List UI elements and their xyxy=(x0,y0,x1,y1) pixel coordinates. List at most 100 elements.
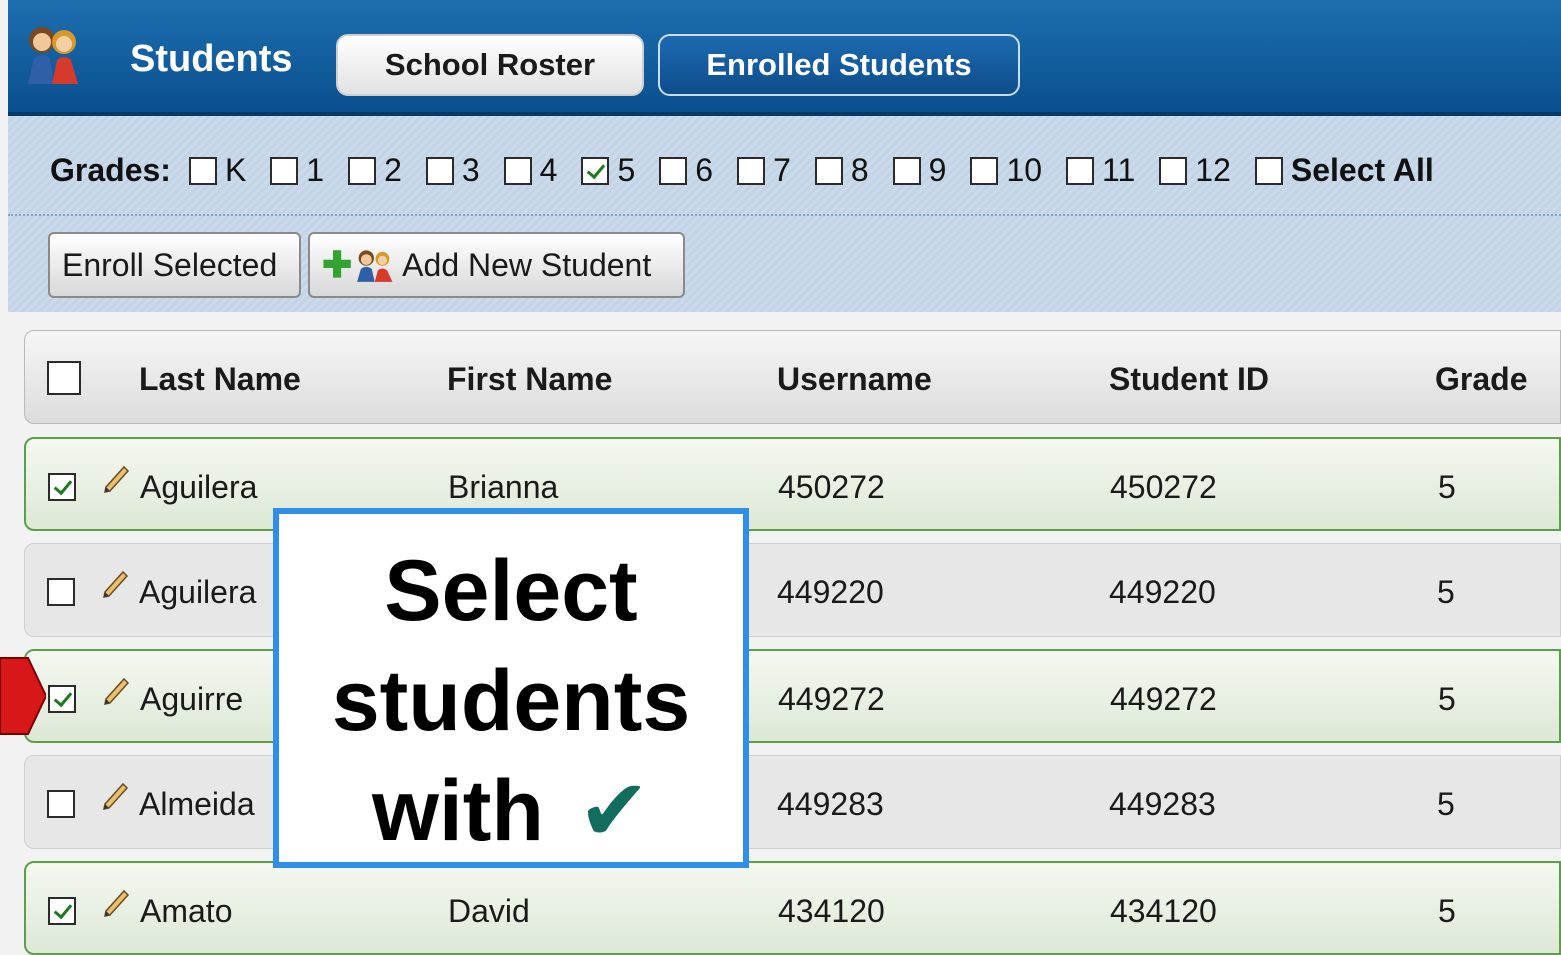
row-checkbox[interactable] xyxy=(47,578,75,606)
grade-cell: 5 xyxy=(1437,786,1455,822)
grade-12-label: 12 xyxy=(1195,152,1231,188)
username-cell: 449283 xyxy=(777,786,884,822)
column-header-last-name[interactable]: Last Name xyxy=(139,361,301,398)
grade-9-checkbox[interactable] xyxy=(892,156,921,185)
student-id-cell: 450272 xyxy=(1110,469,1217,505)
first-name-cell: David xyxy=(448,893,530,929)
column-header-first-name[interactable]: First Name xyxy=(447,361,612,398)
checkmark-icon: ✔ xyxy=(577,761,651,861)
grade-7-checkbox[interactable] xyxy=(737,156,766,185)
last-name-cell: Aguilera xyxy=(140,469,258,505)
callout-line-2: students xyxy=(331,653,691,749)
callout-line-3: with ✔ xyxy=(279,756,743,866)
grade-11-option[interactable]: 11 xyxy=(1066,152,1135,189)
red-pointer-arrow xyxy=(0,657,46,735)
grade-1-checkbox[interactable] xyxy=(270,156,299,185)
grade-7-option[interactable]: 7 xyxy=(737,152,791,189)
last-name-cell: Aguilera xyxy=(139,574,257,610)
username-cell: 434120 xyxy=(778,893,885,929)
grade-8-checkbox[interactable] xyxy=(814,156,843,185)
column-header-student-id[interactable]: Student ID xyxy=(1109,361,1269,398)
students-icon xyxy=(357,250,393,282)
grade-7-label: 7 xyxy=(773,152,791,188)
table-row[interactable]: Amato David 434120 434120 5 xyxy=(24,861,1561,955)
grade-k-checkbox[interactable] xyxy=(188,156,217,185)
grade-6-option[interactable]: 6 xyxy=(659,152,713,189)
last-name-cell: Amato xyxy=(140,893,233,929)
grade-5-option[interactable]: 5 xyxy=(581,152,635,189)
edit-pencil-icon[interactable] xyxy=(99,566,133,600)
select-all-grades-option[interactable]: Select All xyxy=(1254,152,1434,189)
grade-4-checkbox[interactable] xyxy=(503,156,532,185)
table-row[interactable]: Almeida 449283 449283 5 xyxy=(24,755,1561,849)
grade-9-label: 9 xyxy=(928,152,947,188)
grade-4-label: 4 xyxy=(539,152,558,188)
username-cell: 449220 xyxy=(777,574,884,610)
callout-line-3-text: with xyxy=(371,763,544,859)
table-row[interactable]: Aguilera Brianna 450272 450272 5 xyxy=(24,437,1561,531)
grade-2-option[interactable]: 2 xyxy=(348,152,402,189)
edit-pencil-icon[interactable] xyxy=(99,778,133,812)
select-all-grades-checkbox[interactable] xyxy=(1254,156,1283,185)
row-checkbox[interactable] xyxy=(48,473,76,501)
grade-3-option[interactable]: 3 xyxy=(425,152,480,189)
add-new-student-label: Add New Student xyxy=(402,246,652,283)
column-header-grade[interactable]: Grade xyxy=(1435,361,1527,398)
edit-pencil-icon[interactable] xyxy=(100,673,134,707)
last-name-cell: Aguirre xyxy=(140,681,244,717)
grade-8-option[interactable]: 8 xyxy=(814,152,869,189)
grade-5-checkbox[interactable] xyxy=(581,156,610,185)
student-id-cell: 449220 xyxy=(1109,574,1216,610)
filter-bar: Grades: K 1 2 3 4 5 6 7 8 9 10 11 12 Sel… xyxy=(8,116,1561,312)
row-checkbox[interactable] xyxy=(47,790,75,818)
student-id-cell: 434120 xyxy=(1110,893,1217,929)
callout-line-1: Select xyxy=(384,543,638,639)
app-header: Students School Roster Enrolled Students xyxy=(8,0,1561,116)
grade-6-checkbox[interactable] xyxy=(659,156,688,185)
grade-k-label: K xyxy=(224,152,247,188)
student-id-cell: 449272 xyxy=(1110,681,1217,717)
grade-12-option[interactable]: 12 xyxy=(1159,152,1231,189)
column-header-username[interactable]: Username xyxy=(777,361,932,398)
grade-1-option[interactable]: 1 xyxy=(270,152,324,189)
grade-6-label: 6 xyxy=(695,152,714,188)
grade-3-label: 3 xyxy=(461,152,480,188)
add-new-student-button[interactable]: ✚ Add New Student xyxy=(308,232,685,298)
last-name-cell: Almeida xyxy=(139,786,255,822)
grade-2-checkbox[interactable] xyxy=(348,156,377,185)
tab-enrolled-students[interactable]: Enrolled Students xyxy=(658,34,1020,96)
table-header: Last Name First Name Username Student ID… xyxy=(24,330,1561,424)
table-row[interactable]: Aguilera 449220 449220 5 xyxy=(24,543,1561,637)
grade-12-checkbox[interactable] xyxy=(1159,156,1188,185)
select-all-label: Select All xyxy=(1290,152,1434,188)
grade-5-label: 5 xyxy=(617,152,636,188)
grade-10-checkbox[interactable] xyxy=(970,156,999,185)
row-checkbox[interactable] xyxy=(48,897,76,925)
grade-10-option[interactable]: 10 xyxy=(970,152,1042,189)
filter-divider xyxy=(8,214,1561,216)
grade-4-option[interactable]: 4 xyxy=(503,152,558,189)
instruction-callout: Select students with ✔ xyxy=(273,508,749,868)
edit-pencil-icon[interactable] xyxy=(100,885,134,919)
edit-pencil-icon[interactable] xyxy=(100,461,134,495)
grade-3-checkbox[interactable] xyxy=(425,156,454,185)
grade-cell: 5 xyxy=(1438,893,1456,929)
username-cell: 450272 xyxy=(778,469,885,505)
grade-11-checkbox[interactable] xyxy=(1066,156,1095,185)
select-all-rows-checkbox[interactable] xyxy=(47,361,81,395)
grade-9-option[interactable]: 9 xyxy=(892,152,947,189)
grade-2-label: 2 xyxy=(384,152,402,188)
grade-8-label: 8 xyxy=(850,152,869,188)
grade-cell: 5 xyxy=(1437,574,1455,610)
grade-cell: 5 xyxy=(1438,681,1456,717)
row-checkbox[interactable] xyxy=(48,685,76,713)
table-row[interactable]: Aguirre 449272 449272 5 xyxy=(24,649,1561,743)
plus-icon: ✚ xyxy=(322,244,353,285)
student-id-cell: 449283 xyxy=(1109,786,1216,822)
enroll-selected-label: Enroll Selected xyxy=(62,246,278,283)
tab-school-roster[interactable]: School Roster xyxy=(336,34,644,96)
students-icon xyxy=(28,27,78,84)
grade-k-option[interactable]: K xyxy=(188,152,247,189)
grade-cell: 5 xyxy=(1438,469,1456,505)
enroll-selected-button[interactable]: Enroll Selected xyxy=(48,232,301,298)
